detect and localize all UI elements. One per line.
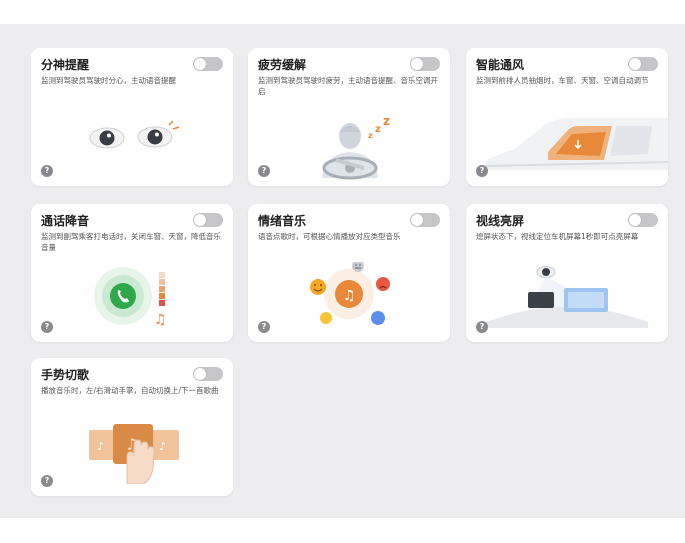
card-gaze-screen-wake: 视线亮屏 熄屏状态下，视线定位车机屏幕1秒即可点亮屏幕 ?: [466, 204, 668, 342]
card-title: 视线亮屏: [476, 214, 525, 228]
svg-text:z: z: [368, 131, 373, 140]
svg-text:♫: ♫: [154, 312, 167, 328]
card-call-volume-reduction: 通话降音 监测到副驾乘客打电话时，关闭车窗、天窗，降低音乐音量 ♫ ?: [31, 204, 233, 342]
card-title: 智能通风: [476, 58, 525, 72]
toggle-knob: [629, 214, 641, 226]
help-icon[interactable]: ?: [41, 321, 53, 333]
card-title: 疲劳缓解: [258, 58, 307, 72]
eyes-icon: [89, 120, 180, 149]
help-icon[interactable]: ?: [476, 321, 488, 333]
mood-music-toggle[interactable]: [410, 213, 440, 227]
gesture-toggle[interactable]: [193, 367, 223, 381]
toggle-knob: [194, 368, 206, 380]
card-mood-music: 情绪音乐 语音点歌时，可根据心情播放对应类型音乐 ♫ ?: [248, 204, 450, 342]
features-panel: 分神提醒 监测到驾驶员驾驶时分心，主动语音提醒 ? 疲劳缓解 监测到驾驶员驾驶时…: [0, 24, 685, 518]
card-smart-ventilation: 智能通风 监测到前排人员抽烟时，车窗、天窗、空调自动调节 ?: [466, 48, 668, 186]
card-title: 情绪音乐: [258, 214, 307, 228]
card-fatigue-relief: 疲劳缓解 监测到驾驶员驾驶时疲劳，主动语音提醒、音乐空调开启 z z z ?: [248, 48, 450, 186]
toggle-knob: [411, 214, 423, 226]
toggle-knob: [194, 214, 206, 226]
svg-text:♪: ♪: [159, 440, 166, 453]
help-icon[interactable]: ?: [476, 165, 488, 177]
card-description: 监测到前排人员抽烟时，车窗、天窗、空调自动调节: [476, 76, 649, 85]
ventilation-toggle[interactable]: [628, 57, 658, 71]
toggle-knob: [411, 58, 423, 70]
gaze-toggle[interactable]: [628, 213, 658, 227]
card-distraction-reminder: 分神提醒 监测到驾驶员驾驶时分心，主动语音提醒 ?: [31, 48, 233, 186]
card-gesture-song-switch: 手势切歌 播放音乐时，左/右滑动手掌，自动切换上/下一首歌曲 ♫ ♪ ♪ ?: [31, 358, 233, 496]
gaze-screen-icon: [486, 266, 648, 328]
hand-swipe-icon: ♫ ♪ ♪: [89, 424, 179, 484]
toggle-knob: [194, 58, 206, 70]
toggle-knob: [629, 58, 641, 70]
card-title: 通话降音: [41, 214, 90, 228]
phone-call-icon: ♫: [94, 267, 167, 328]
car-window-icon: [486, 118, 668, 170]
call-toggle[interactable]: [193, 213, 223, 227]
svg-text:♫: ♫: [343, 288, 356, 304]
help-icon[interactable]: ?: [41, 165, 53, 177]
card-description: 播放音乐时，左/右滑动手掌，自动切换上/下一首歌曲: [41, 386, 219, 395]
distraction-toggle[interactable]: [193, 57, 223, 71]
fatigue-toggle[interactable]: [410, 57, 440, 71]
card-title: 手势切歌: [41, 368, 90, 382]
card-description: 熄屏状态下，视线定位车机屏幕1秒即可点亮屏幕: [476, 232, 639, 241]
card-description: 监测到驾驶员驾驶时分心，主动语音提醒: [41, 76, 176, 85]
mood-music-icon: ♫: [310, 262, 390, 325]
card-title: 分神提醒: [41, 58, 90, 72]
svg-text:z: z: [375, 124, 381, 135]
help-icon[interactable]: ?: [258, 165, 270, 177]
svg-text:z: z: [383, 114, 390, 128]
sleepy-driver-icon: z z z: [322, 114, 390, 180]
svg-text:♪: ♪: [97, 440, 104, 453]
card-description: 语音点歌时，可根据心情播放对应类型音乐: [258, 232, 401, 241]
help-icon[interactable]: ?: [41, 475, 53, 487]
help-icon[interactable]: ?: [258, 321, 270, 333]
card-description: 监测到副驾乘客打电话时，关闭车窗、天窗，降低音乐音量: [41, 232, 221, 252]
card-description: 监测到驾驶员驾驶时疲劳，主动语音提醒、音乐空调开启: [258, 76, 438, 96]
